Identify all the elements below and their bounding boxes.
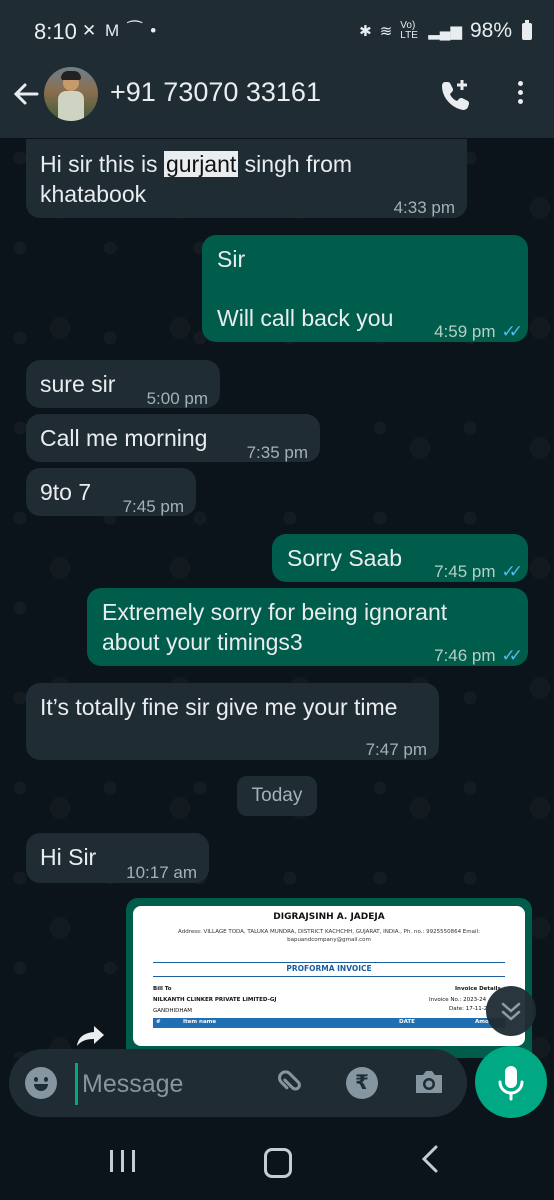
invoice-bill-to: Bill To xyxy=(153,986,172,992)
invoice-date: Date: 17-11-2 xyxy=(449,1006,488,1012)
message-time: 4:33 pm xyxy=(393,198,455,217)
invoice-col-item: Item name xyxy=(183,1019,217,1025)
invoice-table-header: # Item name DATE Amo xyxy=(153,1018,505,1028)
read-ticks-icon: ✓✓ xyxy=(501,322,523,341)
status-time: 8:10 xyxy=(34,19,77,44)
message-time: 7:45 pm ✓✓ xyxy=(434,557,523,587)
message-composer: ₹ xyxy=(9,1049,467,1117)
bluetooth-icon: ✱ xyxy=(359,23,372,40)
read-ticks-icon: ✓✓ xyxy=(501,562,523,581)
invoice-customer: NILKANTH CLINKER PRIVATE LIMITED-GJ xyxy=(153,997,277,1003)
message-bubble[interactable]: Extremely sorry for being ignorant about… xyxy=(87,588,528,666)
image-message[interactable]: DIGRAJSINH A. JADEJA Address: VILLAGE TO… xyxy=(126,898,532,1058)
recent-apps-icon[interactable] xyxy=(110,1150,136,1172)
wifi-icon: ≋ xyxy=(379,23,393,40)
message-bubble[interactable]: 9to 7 7:45 pm xyxy=(26,468,196,516)
invoice-col-number: # xyxy=(156,1019,161,1025)
message-time: 10:17 am xyxy=(126,863,197,882)
double-chevron-down-icon xyxy=(501,1002,521,1021)
status-bar: 8:10 ✕ M ⁀ • ✱ ≋ Vo) LTE ▂▄▆ 98% xyxy=(0,0,554,62)
notification-icons: ✕ M ⁀ • xyxy=(82,21,159,40)
message-time-text: 4:59 pm xyxy=(434,322,496,341)
scroll-down-button[interactable] xyxy=(486,986,536,1036)
message-time-text: 7:45 pm xyxy=(434,562,496,581)
message-time: 5:00 pm xyxy=(146,389,208,408)
message-text: Will call back you xyxy=(217,305,394,331)
message-bubble[interactable]: Sir Will call back you 4:59 pm ✓✓ xyxy=(202,235,528,342)
contact-name[interactable]: +91 73070 33161 xyxy=(110,77,321,108)
message-bubble[interactable]: Sorry Saab 7:45 pm ✓✓ xyxy=(272,534,528,582)
message-time: 7:46 pm ✓✓ xyxy=(434,641,523,671)
message-text: sure sir xyxy=(40,371,116,397)
system-nav-bar xyxy=(0,1122,554,1200)
message-bubble[interactable]: Call me morning 7:35 pm xyxy=(26,414,320,462)
message-text: 9to 7 xyxy=(40,479,92,505)
camera-icon[interactable] xyxy=(413,1069,445,1095)
invoice-company: DIGRAJSINH A. JADEJA xyxy=(273,912,385,922)
message-bubble[interactable]: It’s totally fine sir give me your time … xyxy=(26,683,439,760)
attach-icon[interactable] xyxy=(270,1061,318,1109)
message-text: Sorry Saab xyxy=(287,545,403,571)
message-bubble[interactable]: Hi Sir 10:17 am xyxy=(26,833,209,883)
battery-icon xyxy=(522,19,532,40)
mic-button[interactable] xyxy=(475,1046,547,1118)
home-icon[interactable] xyxy=(264,1148,292,1178)
invoice-image[interactable]: DIGRAJSINH A. JADEJA Address: VILLAGE TO… xyxy=(133,906,525,1046)
more-options-icon[interactable] xyxy=(510,78,530,110)
message-time: 7:47 pm xyxy=(365,740,427,759)
avatar-figure-turban xyxy=(61,71,81,80)
network-label: Vo) LTE xyxy=(400,20,418,41)
payment-rupee-icon[interactable]: ₹ xyxy=(346,1067,378,1099)
message-bubble[interactable]: Hi sir this is gurjant singh from khatab… xyxy=(26,139,467,218)
day-divider: Today xyxy=(237,776,317,816)
invoice-title: PROFORMA INVOICE xyxy=(286,964,372,973)
back-arrow-icon[interactable] xyxy=(12,80,40,108)
invoice-address: Address: VILLAGE TODA, TALUKA MUNDRA, DI… xyxy=(133,928,525,944)
message-text: It’s totally fine sir give me your time xyxy=(40,694,398,720)
message-input[interactable] xyxy=(75,1063,274,1105)
invoice-col-date: DATE xyxy=(399,1019,415,1025)
invoice-email: bapuandcompany@gmail.com xyxy=(287,937,371,943)
avatar[interactable] xyxy=(44,67,98,121)
invoice-city: GANDHIDHAM xyxy=(153,1008,193,1014)
status-right: ✱ ≋ Vo) LTE ▂▄▆ 98% xyxy=(359,19,532,43)
nav-back-icon[interactable] xyxy=(420,1144,440,1178)
highlighted-word: gurjant xyxy=(163,151,239,177)
message-text: about your timings3 xyxy=(102,629,303,655)
read-ticks-icon: ✓✓ xyxy=(501,646,523,665)
message-time-text: 7:46 pm xyxy=(434,646,496,665)
message-text: Sir xyxy=(217,246,246,272)
message-time: 7:45 pm xyxy=(122,497,184,516)
invoice-address-line: Address: VILLAGE TODA, TALUKA MUNDRA, DI… xyxy=(178,929,480,935)
chat-header: +91 73070 33161 xyxy=(0,62,554,138)
battery-percent: 98% xyxy=(469,19,512,42)
invoice-divider xyxy=(153,962,505,963)
message-time: 4:59 pm ✓✓ xyxy=(434,317,523,347)
invoice-number: Invoice No.: 2023-24 xyxy=(429,997,487,1003)
avatar-figure-body xyxy=(58,91,84,121)
message-text: Hi Sir xyxy=(40,844,97,870)
message-text-part: Hi sir this is xyxy=(40,151,164,177)
emoji-icon[interactable] xyxy=(25,1067,57,1099)
signal-icon: ▂▄▆ xyxy=(428,23,462,40)
invoice-divider xyxy=(153,976,505,977)
message-bubble[interactable]: sure sir 5:00 pm xyxy=(26,360,220,408)
mic-icon xyxy=(498,1066,524,1101)
add-call-icon[interactable] xyxy=(440,78,472,110)
message-time: 7:35 pm xyxy=(246,443,308,462)
message-text: Extremely sorry for being ignorant xyxy=(102,599,448,625)
message-text: Call me morning xyxy=(40,425,208,451)
